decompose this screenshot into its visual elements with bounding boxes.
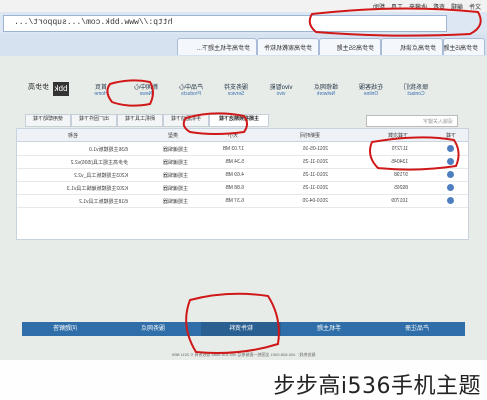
- annotation-circle-software: [185, 292, 280, 354]
- annotation-circle-address: [308, 7, 482, 37]
- red-annotations: [106, 7, 482, 354]
- annotation-circle-subtab: [182, 112, 248, 135]
- caption-text: 步步高i536手机主题: [273, 374, 481, 399]
- annotation-circle-row: [369, 136, 460, 171]
- annotation-circle-service: [106, 79, 154, 107]
